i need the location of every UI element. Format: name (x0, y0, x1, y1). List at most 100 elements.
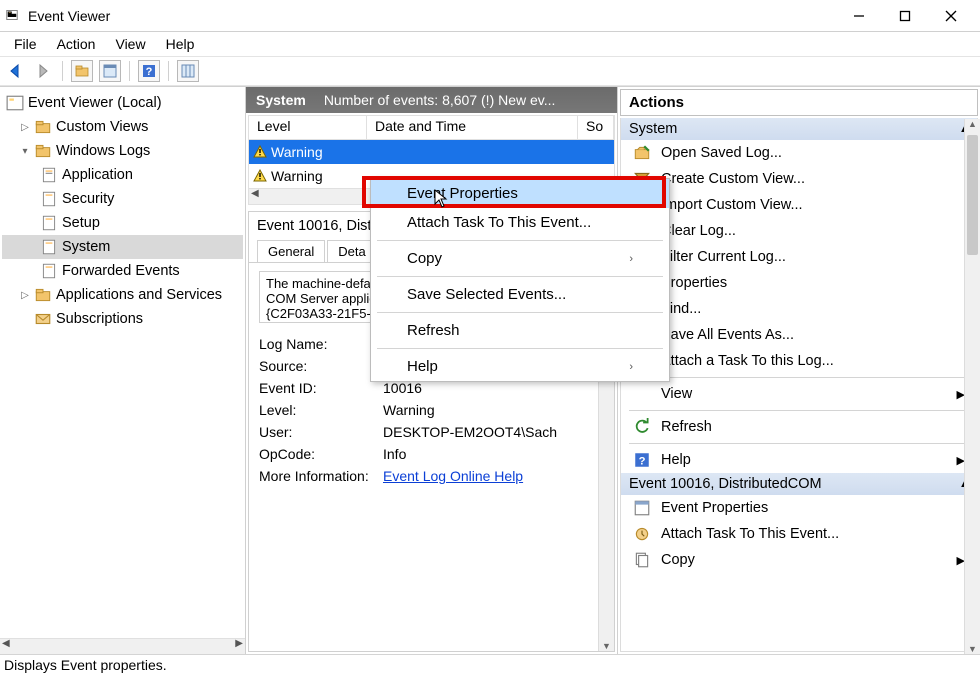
ctx-refresh[interactable]: Refresh (371, 316, 669, 345)
tree-root[interactable]: Event Viewer (Local) (2, 91, 243, 115)
actions-title: Actions (620, 89, 978, 116)
attach-icon (633, 525, 651, 543)
action-create-custom-view[interactable]: Create Custom View... (621, 166, 977, 192)
field-label: Event ID: (259, 380, 383, 396)
column-source[interactable]: So (578, 116, 614, 139)
minimize-button[interactable] (836, 1, 882, 31)
toolbar-properties-button[interactable] (99, 60, 121, 82)
action-clear-log[interactable]: Clear Log... (621, 218, 977, 244)
menu-view[interactable]: View (105, 34, 155, 54)
tree-item-label: Security (62, 191, 114, 207)
field-label: User: (259, 424, 383, 440)
field-label: Level: (259, 402, 383, 418)
context-menu: Event Properties Attach Task To This Eve… (370, 178, 670, 382)
folder-icon (34, 286, 52, 304)
tree-windows-logs[interactable]: ▾ Windows Logs (2, 139, 243, 163)
folder-icon (34, 142, 52, 160)
ctx-save-selected[interactable]: Save Selected Events... (371, 280, 669, 309)
field-value: Warning (383, 402, 604, 418)
column-datetime[interactable]: Date and Time (367, 116, 578, 139)
log-icon (40, 214, 58, 232)
copy-icon (633, 551, 651, 569)
help-icon: ? (633, 451, 651, 469)
field-label: Log Name: (259, 336, 383, 352)
maximize-button[interactable] (882, 1, 928, 31)
toolbar: ? (0, 56, 980, 86)
log-icon (40, 166, 58, 184)
tree-custom-views[interactable]: ▷ Custom Views (2, 115, 243, 139)
tree-forwarded-events[interactable]: Forwarded Events (2, 259, 243, 283)
event-log-online-help-link[interactable]: Event Log Online Help (383, 468, 523, 484)
tree-apps-services[interactable]: ▷ Applications and Services (2, 283, 243, 307)
column-level[interactable]: Level (249, 116, 367, 139)
tree-root-label: Event Viewer (Local) (28, 95, 162, 111)
ctx-event-properties[interactable]: Event Properties (371, 179, 669, 208)
action-refresh[interactable]: Refresh (621, 414, 977, 440)
menu-help[interactable]: Help (156, 34, 205, 54)
tree-hscrollbar[interactable] (0, 638, 245, 654)
action-find[interactable]: Find... (621, 296, 977, 322)
collapse-icon[interactable]: ▾ (20, 146, 30, 157)
tree-item-label: Applications and Services (56, 287, 222, 303)
action-save-all-events[interactable]: Save All Events As... (621, 322, 977, 348)
field-label: More Information: (259, 468, 383, 484)
submenu-arrow-icon: › (629, 253, 633, 265)
toolbar-columns-button[interactable] (177, 60, 199, 82)
action-view[interactable]: View▶ (621, 381, 977, 407)
events-header-title: System (256, 92, 306, 108)
app-icon (6, 8, 22, 24)
ctx-help[interactable]: Help› (371, 352, 669, 381)
event-row-selected[interactable]: Warning (249, 140, 614, 164)
events-header-count: Number of events: 8,607 (!) New ev... (324, 92, 556, 108)
action-attach-task-log[interactable]: Attach a Task To this Log... (621, 348, 977, 374)
subscription-icon (34, 310, 52, 328)
action-help[interactable]: ?Help▶ (621, 447, 977, 473)
submenu-arrow-icon: › (629, 361, 633, 373)
log-icon (40, 262, 58, 280)
tree-pane: Event Viewer (Local) ▷ Custom Views ▾ Wi… (0, 87, 246, 654)
action-properties[interactable]: Properties (621, 270, 977, 296)
toolbar-help-button[interactable]: ? (138, 60, 160, 82)
properties-icon (633, 499, 651, 517)
ctx-attach-task[interactable]: Attach Task To This Event... (371, 208, 669, 237)
tree-security[interactable]: Security (2, 187, 243, 211)
actions-group-system[interactable]: System▲ (621, 118, 977, 140)
actions-group-event[interactable]: Event 10016, DistributedCOM▲ (621, 473, 977, 495)
expand-icon[interactable]: ▷ (20, 122, 30, 133)
tree-item-label: Windows Logs (56, 143, 150, 159)
tree-item-label: Application (62, 167, 133, 183)
menu-action[interactable]: Action (47, 34, 106, 54)
close-button[interactable] (928, 1, 974, 31)
nav-back-button[interactable] (4, 60, 26, 82)
nav-forward-button[interactable] (32, 60, 54, 82)
field-value: Info (383, 446, 604, 462)
tree-system[interactable]: System (2, 235, 243, 259)
tree-item-label: System (62, 239, 110, 255)
menu-file[interactable]: File (4, 34, 47, 54)
expand-icon[interactable]: ▷ (20, 290, 30, 301)
action-attach-task-event[interactable]: Attach Task To This Event... (621, 521, 977, 547)
tree-application[interactable]: Application (2, 163, 243, 187)
field-value: 10016 (383, 380, 604, 396)
toolbar-folder-button[interactable] (71, 60, 93, 82)
tree-item-label: Forwarded Events (62, 263, 180, 279)
tab-general[interactable]: General (257, 240, 325, 262)
open-folder-icon (633, 144, 651, 162)
field-label: OpCode: (259, 446, 383, 462)
svg-text:?: ? (146, 66, 153, 78)
action-import-custom-view[interactable]: Import Custom View... (621, 192, 977, 218)
title-bar: Event Viewer (0, 0, 980, 32)
tree-setup[interactable]: Setup (2, 211, 243, 235)
action-filter-log[interactable]: Filter Current Log... (621, 244, 977, 270)
folder-icon (34, 118, 52, 136)
log-icon (40, 238, 58, 256)
tree-subscriptions[interactable]: · Subscriptions (2, 307, 243, 331)
action-event-properties[interactable]: Event Properties (621, 495, 977, 521)
refresh-icon (633, 418, 651, 436)
tree-item-label: Subscriptions (56, 311, 143, 327)
field-value: DESKTOP-EM2OOT4\Sach (383, 424, 604, 440)
actions-vscrollbar[interactable] (964, 119, 980, 654)
action-open-saved-log[interactable]: Open Saved Log... (621, 140, 977, 166)
ctx-copy[interactable]: Copy› (371, 244, 669, 273)
action-copy[interactable]: Copy▶ (621, 547, 977, 573)
